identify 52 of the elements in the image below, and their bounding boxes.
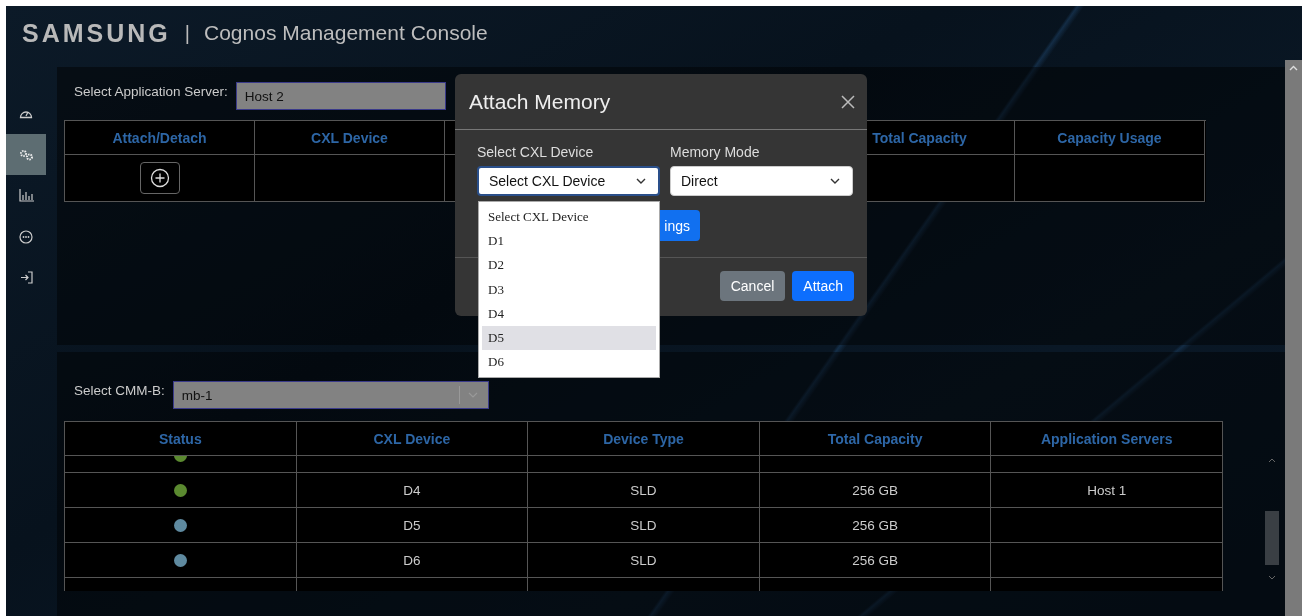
column-header: Device Type xyxy=(528,422,760,456)
sign-in-icon xyxy=(19,271,33,284)
cmm-select[interactable]: mb-1 xyxy=(172,381,489,409)
table-cell: Host 1 xyxy=(991,473,1223,508)
table-cell: D6 xyxy=(296,543,529,578)
column-header: Total Capacity xyxy=(759,422,992,456)
table-cell: 256 GB xyxy=(759,473,992,508)
gears-icon xyxy=(18,148,34,161)
close-icon xyxy=(841,94,855,109)
device-label: Select CXL Device xyxy=(477,144,595,160)
dropdown-option[interactable]: D5 xyxy=(482,325,656,351)
table-cell: D5 xyxy=(296,508,529,543)
column-header: Application Servers xyxy=(991,422,1223,456)
chevron-down-icon xyxy=(1268,575,1276,580)
mode-label: Memory Mode xyxy=(670,144,761,160)
dropdown-option[interactable]: D4 xyxy=(482,301,656,326)
chevron-down-icon xyxy=(830,178,840,184)
table-cell: 256 GB xyxy=(759,508,992,543)
table-cell: SLD xyxy=(528,508,760,543)
table-cell: SLD xyxy=(528,473,760,508)
add-button[interactable] xyxy=(139,162,180,194)
dialog-title: Attach Memory xyxy=(469,89,611,114)
add-icon xyxy=(149,168,170,188)
bar-chart-icon xyxy=(18,189,34,202)
column-header: Attach/Detach xyxy=(65,121,255,155)
column-header: CXL Device xyxy=(296,422,529,456)
dropdown-option[interactable]: D3 xyxy=(482,277,656,302)
device-select[interactable]: Select CXL Device xyxy=(477,166,660,196)
mode-select[interactable]: Direct xyxy=(670,166,853,196)
cmm-label: Select CMM-B: xyxy=(74,382,165,398)
column-header: CXL Device xyxy=(255,121,445,155)
column-header: Status xyxy=(65,422,297,456)
attach-button[interactable]: Attach xyxy=(792,271,854,301)
server-select[interactable]: Host 2 xyxy=(235,82,446,110)
dropdown-option[interactable]: D2 xyxy=(482,253,656,278)
page-scrollbar[interactable] xyxy=(1285,60,1302,616)
samsung-logo: SAMSUNG xyxy=(22,18,171,48)
server-label: Select Application Server: xyxy=(74,83,228,99)
table-cell: 256 GB xyxy=(759,543,992,578)
dropdown-option[interactable]: D6 xyxy=(482,350,656,375)
more-icon xyxy=(19,229,33,244)
chevron-up-icon xyxy=(1268,458,1276,463)
gauge-icon xyxy=(19,108,33,119)
chevron-down-icon xyxy=(636,178,646,184)
close-button[interactable] xyxy=(841,94,855,109)
table-cell: D4 xyxy=(296,473,529,508)
column-header: Capacity Usage xyxy=(1015,121,1205,155)
cancel-button[interactable]: Cancel xyxy=(719,271,786,301)
chevron-up-icon xyxy=(1289,65,1298,71)
table-cell: SLD xyxy=(528,543,760,578)
app-title: Cognos Management Console xyxy=(204,21,488,45)
header-separator: | xyxy=(184,21,190,45)
